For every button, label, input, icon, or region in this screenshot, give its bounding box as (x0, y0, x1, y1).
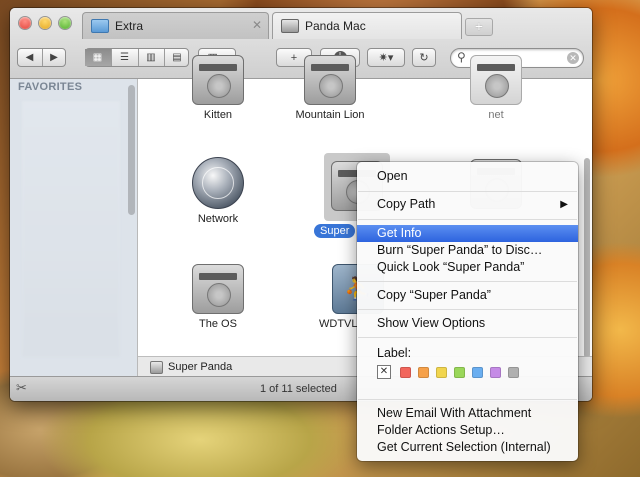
label-heading: Label: (377, 346, 412, 360)
back-button[interactable]: ◀ (18, 49, 43, 66)
refresh-button[interactable]: ↻ (412, 48, 436, 67)
item-name: Super (314, 224, 356, 238)
hard-drive-icon (304, 55, 356, 105)
label-swatch-blue[interactable] (472, 366, 483, 378)
tab-label: Panda Mac (305, 19, 366, 33)
menu-item-copy[interactable]: Copy “Super Panda” (357, 287, 578, 304)
list-view-button[interactable]: ☰ (112, 49, 139, 66)
disk-item[interactable]: Mountain Lion (275, 55, 385, 121)
label-swatch-red[interactable] (400, 366, 411, 378)
clear-search-icon[interactable]: ✕ (567, 52, 579, 64)
item-name: The OS (199, 318, 237, 330)
content-scrollbar[interactable] (584, 158, 590, 358)
menu-item-open[interactable]: Open (357, 168, 578, 185)
item-name: net (488, 109, 504, 121)
sidebar-toggle-icon[interactable]: ✂ (16, 380, 27, 396)
hard-drive-icon (470, 55, 522, 105)
close-window-button[interactable] (19, 17, 31, 29)
disk-item[interactable]: The OS (163, 264, 273, 330)
hard-drive-icon (150, 360, 163, 374)
menu-item-folder-actions[interactable]: Folder Actions Setup… (357, 422, 578, 439)
new-tab-button[interactable]: + (465, 18, 493, 36)
back-forward-control: ◀ ▶ (17, 48, 66, 67)
no-label-swatch[interactable]: ✕ (377, 365, 391, 379)
hard-drive-icon (192, 55, 244, 105)
label-swatch-purple[interactable] (490, 366, 501, 378)
sidebar-scrollbar[interactable] (128, 85, 135, 215)
path-bar-label[interactable]: Super Panda (168, 361, 232, 373)
menu-separator (358, 309, 577, 310)
refresh-icon: ↻ (419, 52, 429, 64)
menu-separator (358, 281, 577, 282)
menu-separator (358, 191, 577, 192)
item-name: Network (197, 213, 239, 225)
label-swatch-orange[interactable] (418, 366, 429, 378)
label-color-swatches: ✕ (377, 365, 526, 379)
item-name: Kitten (203, 109, 233, 121)
network-globe-icon (192, 157, 244, 209)
zoom-window-button[interactable] (59, 17, 71, 29)
menu-item-burn[interactable]: Burn “Super Panda” to Disc… (357, 242, 578, 259)
item-name: Mountain Lion (295, 109, 365, 121)
sidebar-header: FAVORITES (18, 81, 83, 93)
menu-separator (358, 219, 577, 220)
menu-item-copy-path[interactable]: Copy Path ▶ (357, 196, 578, 213)
menu-separator (358, 337, 577, 338)
folder-icon (91, 19, 109, 33)
menu-item-label: Copy Path (377, 197, 436, 211)
sidebar: FAVORITES (10, 79, 138, 379)
menu-item-get-current-selection[interactable]: Get Current Selection (Internal) (357, 439, 578, 456)
label-swatch-yellow[interactable] (436, 366, 447, 378)
forward-button[interactable]: ▶ (43, 49, 66, 66)
label-swatch-green[interactable] (454, 366, 465, 378)
tab-panda-mac[interactable]: Panda Mac (272, 12, 462, 39)
hard-drive-icon (281, 19, 299, 33)
hard-drive-icon (192, 264, 244, 314)
menu-separator (358, 399, 577, 400)
sidebar-items-blurred (22, 101, 120, 357)
disk-item[interactable]: net (441, 55, 551, 121)
label-swatch-gray[interactable] (508, 366, 519, 378)
menu-item-get-info[interactable]: Get Info (357, 225, 578, 242)
status-text: 1 of 11 selected (260, 383, 337, 395)
tab-extra[interactable]: Extra ✕ (82, 12, 269, 39)
submenu-arrow-icon: ▶ (560, 199, 568, 210)
menu-item-quick-look[interactable]: Quick Look “Super Panda” (357, 259, 578, 276)
minimize-window-button[interactable] (39, 17, 51, 29)
context-menu: Open Copy Path ▶ Get Info Burn “Super Pa… (357, 162, 578, 461)
network-item[interactable]: Network (163, 157, 273, 225)
disk-item[interactable]: Kitten (163, 55, 273, 121)
icon-view-button[interactable]: ▦ (84, 49, 112, 66)
close-tab-icon[interactable]: ✕ (252, 18, 262, 32)
menu-item-new-email[interactable]: New Email With Attachment (357, 405, 578, 422)
tab-label: Extra (115, 19, 144, 33)
menu-item-show-view-options[interactable]: Show View Options (357, 315, 578, 332)
column-view-button[interactable]: ▥ (139, 49, 165, 66)
